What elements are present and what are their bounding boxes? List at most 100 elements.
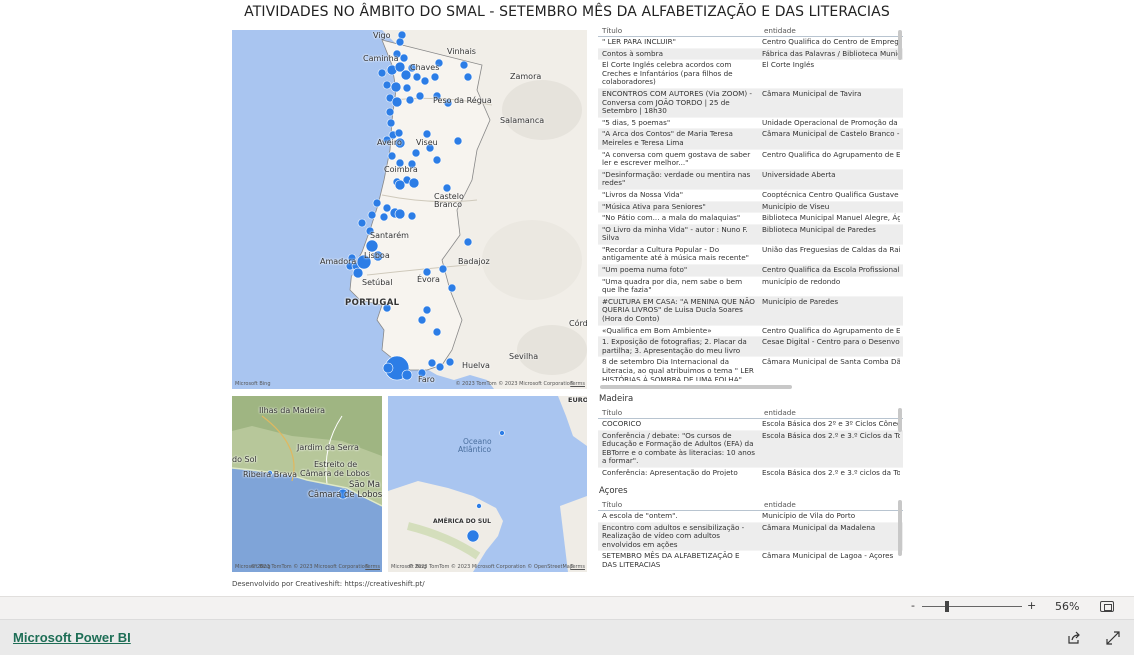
cell-entidade: El Corte Inglés: [762, 60, 815, 70]
table-acores[interactable]: Título entidade A escola de "ontem". Muni…: [598, 500, 903, 568]
cell-titulo: «Qualifica em Bom Ambiente»: [602, 325, 712, 335]
column-header-entidade[interactable]: entidade: [760, 500, 900, 510]
table-row[interactable]: ENCONTROS COM AUTORES (Via ZOOM) - Conve…: [598, 88, 903, 118]
report-canvas: ATIVIDADES NO ÂMBITO DO SMAL - SETEMBRO …: [0, 0, 1134, 596]
map-attribution: © 2023 TomTom © 2023 Microsoft Corporati…: [455, 381, 573, 387]
map-label-city: Córdo: [569, 319, 587, 328]
zoom-slider-track[interactable]: [922, 606, 1022, 607]
table-row[interactable]: Contos à sombra Fábrica das Palavras / Bi…: [598, 48, 903, 61]
column-header-entidade[interactable]: entidade: [760, 408, 900, 418]
table-row[interactable]: "A conversa com quem gostava de saber le…: [598, 150, 903, 170]
cell-entidade: Câmara Municipal de Santa Comba Dão: [762, 357, 900, 367]
cell-entidade: Câmara Municipal de Castelo Branco - B: [762, 129, 900, 139]
zoom-slider-thumb[interactable]: [945, 601, 949, 612]
cell-entidade: Cooptécnica Centro Qualifica Gustave Ei: [762, 189, 900, 199]
map-label-city: Setúbal: [362, 278, 393, 287]
table-row[interactable]: «Qualifica em Bom Ambiente» Centro Qualif…: [598, 326, 903, 338]
column-header-titulo[interactable]: Título: [598, 26, 760, 36]
map-label-city: Huelva: [462, 361, 490, 370]
map-label-place: Jardim da Serra: [297, 443, 359, 452]
table-row[interactable]: 1. Exposição de fotografias; 2. Placar d…: [598, 337, 903, 358]
map-label-place: do Sol: [232, 455, 257, 464]
map-label-city: Viseu: [416, 138, 438, 147]
cell-entidade: Biblioteca Municipal de Paredes: [762, 224, 876, 234]
cell-titulo: A escola de "ontem".: [602, 511, 678, 520]
table-row[interactable]: "Uma quadra por dia, nem sabe o bem que …: [598, 277, 903, 297]
table-row[interactable]: "Livros da Nossa Vida" Cooptécnica Centro…: [598, 190, 903, 202]
cell-entidade: Município de Viseu: [762, 201, 830, 211]
table-row[interactable]: A escola de "ontem". Município de Vila do…: [598, 511, 903, 523]
table-row[interactable]: Encontro com adultos e sensibilização - …: [598, 522, 903, 552]
table-row[interactable]: "O Livro da minha Vida" - autor : Nuno F…: [598, 224, 903, 245]
table-row[interactable]: #CULTURA EM CASA: "A MENINA QUE NÃO QUER…: [598, 296, 903, 326]
map-portugal-continental[interactable]: Vigo Chaves Zamora Caminha Vinhais Peso …: [232, 30, 587, 389]
cell-titulo: "Livros da Nossa Vida": [602, 189, 684, 199]
table-continente-hscroll[interactable]: [600, 385, 792, 389]
cell-titulo: SETEMBRO MÊS DA ALFABETIZAÇÃO E DAS LITE…: [602, 551, 740, 568]
map-label-city: Peso da Régua: [433, 96, 492, 105]
fullscreen-icon[interactable]: [1106, 631, 1120, 645]
map-label-city: Vinhais: [447, 47, 476, 56]
table-row[interactable]: "Música Ativa para Seniores" Município de…: [598, 201, 903, 214]
cell-titulo: "5 dias, 5 poemas": [602, 117, 671, 127]
table-row[interactable]: " LER PARA INCLUIR" Centro Qualifica do C…: [598, 37, 903, 49]
table-madeira[interactable]: Título entidade COCORICO Escola Básica do…: [598, 408, 903, 476]
cell-titulo: "A Arca dos Contos" de Maria Teresa Meir…: [602, 129, 733, 147]
cell-entidade: Universidade Aberta: [762, 169, 836, 179]
map-terms-link[interactable]: Terms: [570, 564, 585, 570]
table-row[interactable]: 8 de setembro Dia Internacional da Liter…: [598, 357, 903, 381]
map-label-city: Faro: [418, 375, 435, 384]
table-row[interactable]: SETEMBRO MÊS DA ALFABETIZAÇÃO E DAS LITE…: [598, 551, 903, 568]
map-madeira[interactable]: Ilhas da Madeira Jardim da Serra Estreit…: [232, 396, 382, 572]
table-row[interactable]: El Corte Inglés celebra acordos com Crec…: [598, 60, 903, 89]
table-row[interactable]: "A Arca dos Contos" de Maria Teresa Meir…: [598, 129, 903, 150]
map-label-place: São Ma: [349, 480, 381, 490]
table-continente-vscroll[interactable]: [898, 30, 902, 60]
cell-entidade: Escola Básica dos 2º e 3º Ciclos Cônego: [762, 419, 900, 428]
map-terms-link[interactable]: Terms: [570, 381, 585, 387]
column-header-entidade[interactable]: entidade: [760, 26, 900, 36]
cell-entidade: União das Freguesias de Caldas da Rainh …: [762, 244, 900, 254]
map-attribution: © 2023 TomTom © 2023 Microsoft Corporati…: [408, 564, 573, 570]
map-label-city: Sevilha: [509, 352, 539, 361]
map-label-country: PORTUGAL: [345, 298, 400, 308]
column-header-titulo[interactable]: Título: [598, 408, 760, 418]
power-bi-link[interactable]: Microsoft Power BI: [13, 630, 131, 645]
fit-to-page-icon[interactable]: [1100, 601, 1114, 612]
map-label-place: Câmara de Lobos: [300, 469, 370, 478]
map-label-city: Caminha: [363, 54, 399, 63]
map-label-city: Coimbra: [384, 165, 418, 174]
zoom-out-button[interactable]: -: [911, 599, 915, 612]
cell-titulo: COCORICO: [602, 419, 642, 428]
table-row[interactable]: COCORICO Escola Básica dos 2º e 3º Ciclos…: [598, 419, 903, 431]
credit-text: Desenvolvido por Creativeshift: https://…: [232, 580, 425, 588]
cell-titulo: "Música Ativa para Seniores": [602, 201, 706, 211]
map-label-region: Ilhas da Madeira: [259, 406, 326, 415]
table-row[interactable]: "Desinformação: verdade ou mentira nas r…: [598, 169, 903, 190]
cell-titulo: 8 de setembro Dia Internacional da Liter…: [602, 357, 754, 381]
map-label-city: Aveiro: [377, 138, 402, 147]
table-row[interactable]: "5 dias, 5 poemas" Unidade Operacional de…: [598, 118, 903, 130]
table-row[interactable]: "Um poema numa foto" Centro Qualifica da …: [598, 265, 903, 277]
zoom-in-button[interactable]: +: [1027, 599, 1036, 612]
map-terms-link[interactable]: Terms: [365, 564, 380, 570]
table-row[interactable]: Conferência: Apresentação do Projeto Red…: [598, 468, 903, 476]
table-madeira-vscroll[interactable]: [898, 408, 902, 432]
cell-titulo: "O Livro da minha Vida" - autor : Nuno F…: [602, 224, 748, 243]
map-label-city: Santarém: [370, 231, 409, 240]
share-icon[interactable]: [1067, 631, 1081, 645]
map-attribution: © 2023 TomTom © 2023 Microsoft Corporati…: [250, 564, 368, 570]
table-body: " LER PARA INCLUIR" Centro Qualifica do C…: [598, 37, 903, 381]
table-header: Título entidade: [598, 26, 903, 37]
column-header-titulo[interactable]: Título: [598, 500, 760, 510]
map-acores[interactable]: EURO Oceano Atlântico AMÉRICA DO SUL Mic…: [388, 396, 587, 572]
table-row[interactable]: Conferência / debate: "Os cursos de Educ…: [598, 430, 903, 468]
table-row[interactable]: "No Pátio com... a mala do malaquias" Bib…: [598, 213, 903, 225]
map-label-continent: AMÉRICA DO SUL: [433, 518, 491, 525]
map-label-city: Évora: [417, 275, 440, 284]
map-label-ocean: Atlântico: [458, 445, 492, 454]
table-row[interactable]: "Recordar a Cultura Popular - Do antigam…: [598, 244, 903, 266]
table-continente[interactable]: Título entidade " LER PARA INCLUIR" Centr…: [598, 26, 903, 381]
table-acores-vscroll[interactable]: [898, 500, 902, 556]
cell-titulo: "Desinformação: verdade ou mentira nas r…: [602, 169, 751, 188]
